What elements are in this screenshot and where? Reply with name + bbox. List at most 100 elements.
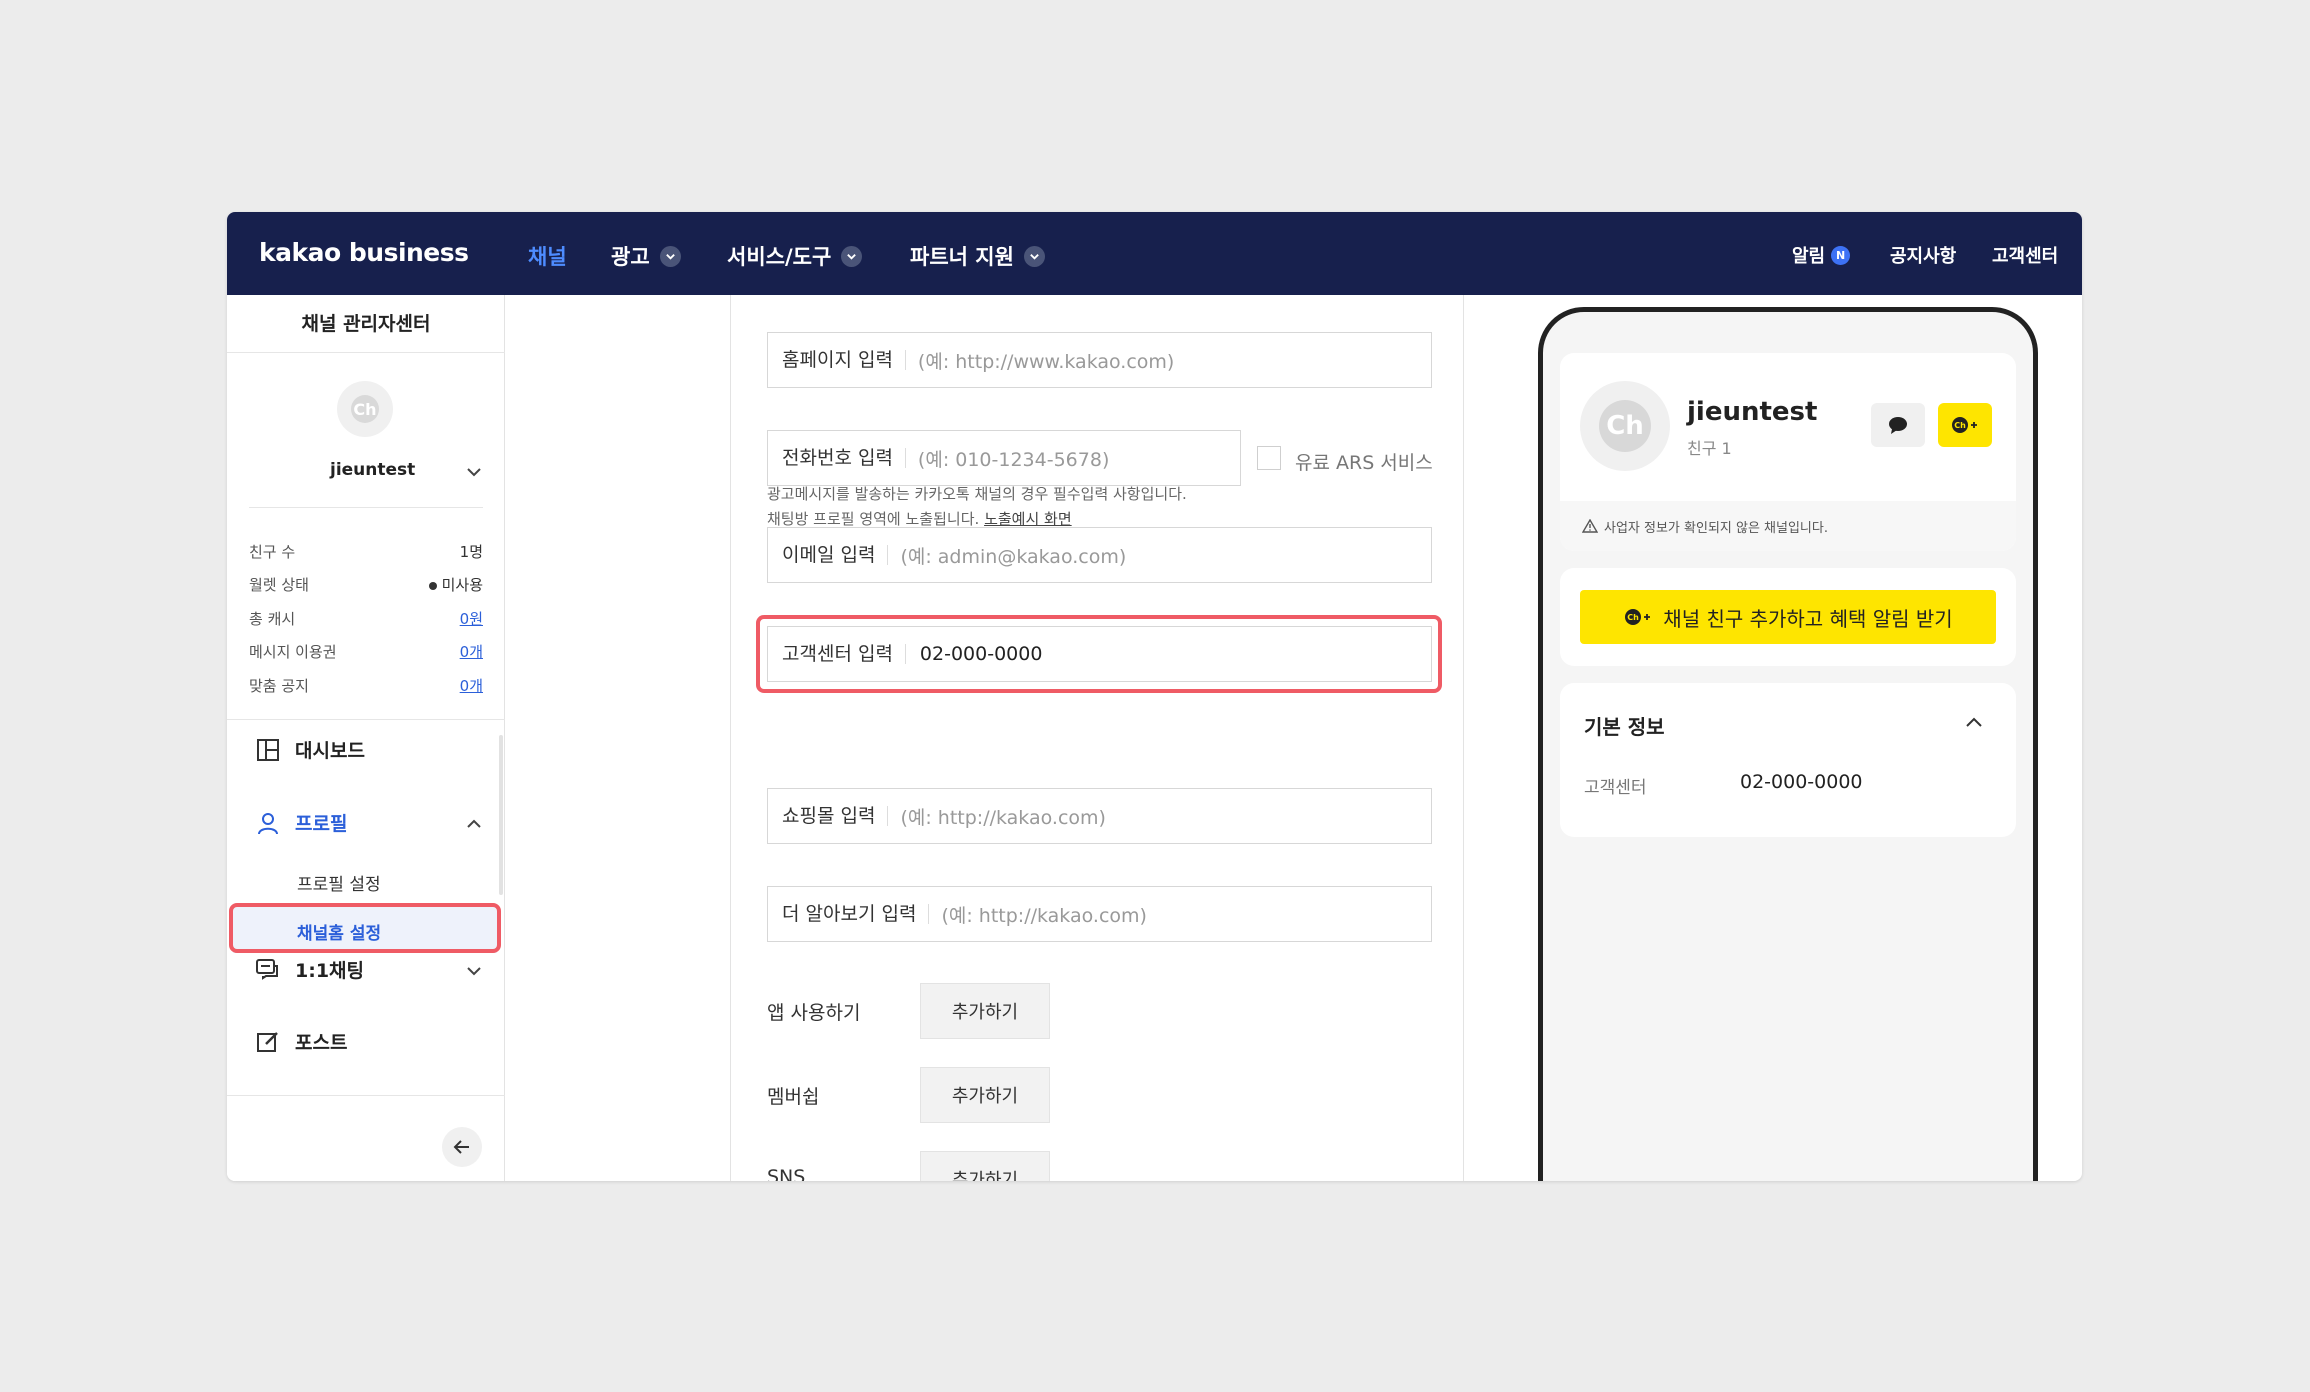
- divider: [227, 1095, 505, 1096]
- highlight-box-submenu: [229, 903, 501, 953]
- menu-dashboard[interactable]: 대시보드: [255, 736, 365, 763]
- sidebar: 채널 관리자센터 Ch jieuntest 친구 수 1명 월렛 상태 미사용 총 …: [227, 295, 505, 1181]
- stat-value-wallet: 미사용: [428, 574, 483, 595]
- add-friend-button[interactable]: Ch 채널 친구 추가하고 혜택 알림 받기: [1580, 590, 1996, 644]
- email-input[interactable]: 이메일 입력 (예: admin@kakao.com): [767, 527, 1432, 583]
- learn-more-input[interactable]: 더 알아보기 입력 (예: http://kakao.com): [767, 886, 1432, 942]
- stat-value-link[interactable]: 0개: [460, 675, 483, 696]
- collapse-sidebar-button[interactable]: [442, 1127, 482, 1167]
- add-friend-card: Ch 채널 친구 추가하고 혜택 알림 받기: [1560, 568, 2016, 666]
- add-sns-button[interactable]: 추가하기: [920, 1151, 1050, 1181]
- status-dot-icon: [428, 581, 437, 590]
- chevron-down-icon[interactable]: [465, 463, 483, 481]
- sns-label: SNS: [767, 1166, 806, 1181]
- edit-icon: [257, 1031, 278, 1052]
- shop-input[interactable]: 쇼핑몰 입력 (예: http://kakao.com): [767, 788, 1432, 844]
- new-badge: N: [1831, 245, 1851, 265]
- channel-home-form: 홈페이지 입력 (예: http://www.kakao.com): [730, 295, 1464, 1181]
- preview-avatar-text: Ch: [1599, 400, 1651, 452]
- field-label: 쇼핑몰 입력: [768, 806, 889, 826]
- add-membership-button[interactable]: 추가하기: [920, 1067, 1050, 1123]
- app-label: 앱 사용하기: [767, 1002, 861, 1024]
- field-label: 더 알아보기 입력: [768, 904, 930, 924]
- nav-alerts[interactable]: 알림 N: [1792, 242, 1851, 268]
- nav-services-label: 서비스/도구: [727, 245, 832, 269]
- stat-label: 친구 수: [249, 543, 296, 561]
- helper-line: 채팅방 프로필 영역에 노출됩니다. 노출예시 화면: [767, 507, 1187, 532]
- info-key: 고객센터: [1584, 778, 1647, 798]
- field-placeholder: (예: http://kakao.com): [941, 904, 1147, 927]
- helper-text: 채팅방 프로필 영역에 노출됩니다.: [767, 510, 980, 528]
- nav-channel[interactable]: 채널: [528, 241, 567, 271]
- menu-profile[interactable]: 프로필: [255, 809, 347, 836]
- chevron-down-icon: [659, 245, 681, 267]
- stat-label: 총 캐시: [249, 610, 296, 628]
- submenu-profile-settings[interactable]: 프로필 설정: [297, 870, 381, 895]
- stat-notices: 맞춤 공지 0개: [249, 675, 483, 696]
- nav-support[interactable]: 고객센터: [1992, 242, 2058, 268]
- stat-friends: 친구 수 1명: [249, 541, 483, 562]
- menu-label: 프로필: [295, 813, 348, 835]
- kakao-business-logo[interactable]: kakao business: [259, 238, 469, 267]
- preview-example-link[interactable]: 노출예시 화면: [984, 510, 1072, 528]
- channel-add-icon: Ch: [1625, 609, 1651, 625]
- divider: [249, 507, 483, 508]
- dashboard-icon: [257, 738, 279, 761]
- nav-partner-label: 파트너 지원: [910, 245, 1014, 269]
- arrow-left-icon: [453, 1140, 469, 1154]
- channel-avatar-text: Ch: [351, 395, 379, 423]
- svg-text:Ch: Ch: [1954, 421, 1966, 430]
- preview-channel-name: jieuntest: [1687, 397, 1818, 427]
- add-app-button[interactable]: 추가하기: [920, 983, 1050, 1039]
- menu-post[interactable]: 포스트: [255, 1028, 347, 1055]
- highlight-box-support: [756, 615, 1442, 693]
- menu-label: 포스트: [295, 1032, 348, 1054]
- chevron-down-icon: [1023, 245, 1045, 267]
- stat-label: 맞춤 공지: [249, 677, 309, 695]
- menu-chat[interactable]: 1:1채팅: [255, 956, 364, 983]
- preview-add-channel-button[interactable]: Ch: [1938, 403, 1992, 447]
- chevron-up-icon[interactable]: [1964, 713, 1984, 733]
- stat-value-link[interactable]: 0개: [460, 641, 483, 662]
- warning-icon: [1582, 519, 1598, 533]
- menu-label: 대시보드: [295, 740, 365, 762]
- stat-value: 1명: [459, 543, 483, 561]
- business-warning: 사업자 정보가 확인되지 않은 채널입니다.: [1560, 501, 2016, 551]
- ars-label: 유료 ARS 서비스: [1295, 452, 1433, 474]
- basic-info-title: 기본 정보: [1584, 715, 1665, 739]
- chevron-down-icon[interactable]: [465, 962, 483, 980]
- ars-checkbox[interactable]: [1257, 446, 1281, 470]
- chevron-up-icon[interactable]: [465, 815, 483, 833]
- homepage-input[interactable]: 홈페이지 입력 (예: http://www.kakao.com): [767, 332, 1432, 388]
- divider: [227, 719, 505, 720]
- nav-ads[interactable]: 광고: [611, 241, 681, 271]
- stat-value-link[interactable]: 0원: [460, 608, 483, 629]
- field-label: 이메일 입력: [768, 545, 889, 565]
- nav-services[interactable]: 서비스/도구: [727, 241, 863, 271]
- user-icon: [258, 812, 278, 834]
- channel-avatar: Ch: [337, 381, 393, 437]
- sidebar-scrollbar[interactable]: [499, 735, 503, 895]
- channel-name[interactable]: jieuntest: [330, 460, 415, 480]
- nav-channel-label: 채널: [528, 245, 567, 269]
- nav-partner[interactable]: 파트너 지원: [910, 241, 1045, 271]
- nav-ads-label: 광고: [611, 245, 650, 269]
- helper-line: 광고메시지를 발송하는 카카오톡 채널의 경우 필수입력 사항입니다.: [767, 485, 1187, 503]
- info-value: 02-000-0000: [1740, 771, 1863, 793]
- basic-info-card: 기본 정보 고객센터 02-000-0000: [1560, 683, 2016, 837]
- profile-card: Ch jieuntest 친구 1 Ch 사업자 정보가 확인되지 않은 채널입…: [1560, 353, 2016, 551]
- speech-bubble-icon: [1889, 417, 1907, 434]
- svg-text:Ch: Ch: [1628, 613, 1640, 622]
- field-placeholder: (예: 010-1234-5678): [917, 448, 1110, 471]
- stat-label: 월렛 상태: [249, 576, 309, 594]
- phone-input[interactable]: 전화번호 입력 (예: 010-1234-5678): [767, 430, 1241, 486]
- menu-label: 1:1채팅: [295, 960, 364, 982]
- preview-chat-button[interactable]: [1871, 403, 1925, 447]
- preview-avatar: Ch: [1580, 381, 1670, 471]
- field-label: 홈페이지 입력: [768, 350, 906, 370]
- field-label: 전화번호 입력: [768, 448, 906, 468]
- warning-text: 사업자 정보가 확인되지 않은 채널입니다.: [1604, 520, 1828, 536]
- stat-label: 메시지 이용권: [249, 643, 337, 661]
- nav-notices[interactable]: 공지사항: [1890, 242, 1956, 268]
- stat-vouchers: 메시지 이용권 0개: [249, 641, 483, 662]
